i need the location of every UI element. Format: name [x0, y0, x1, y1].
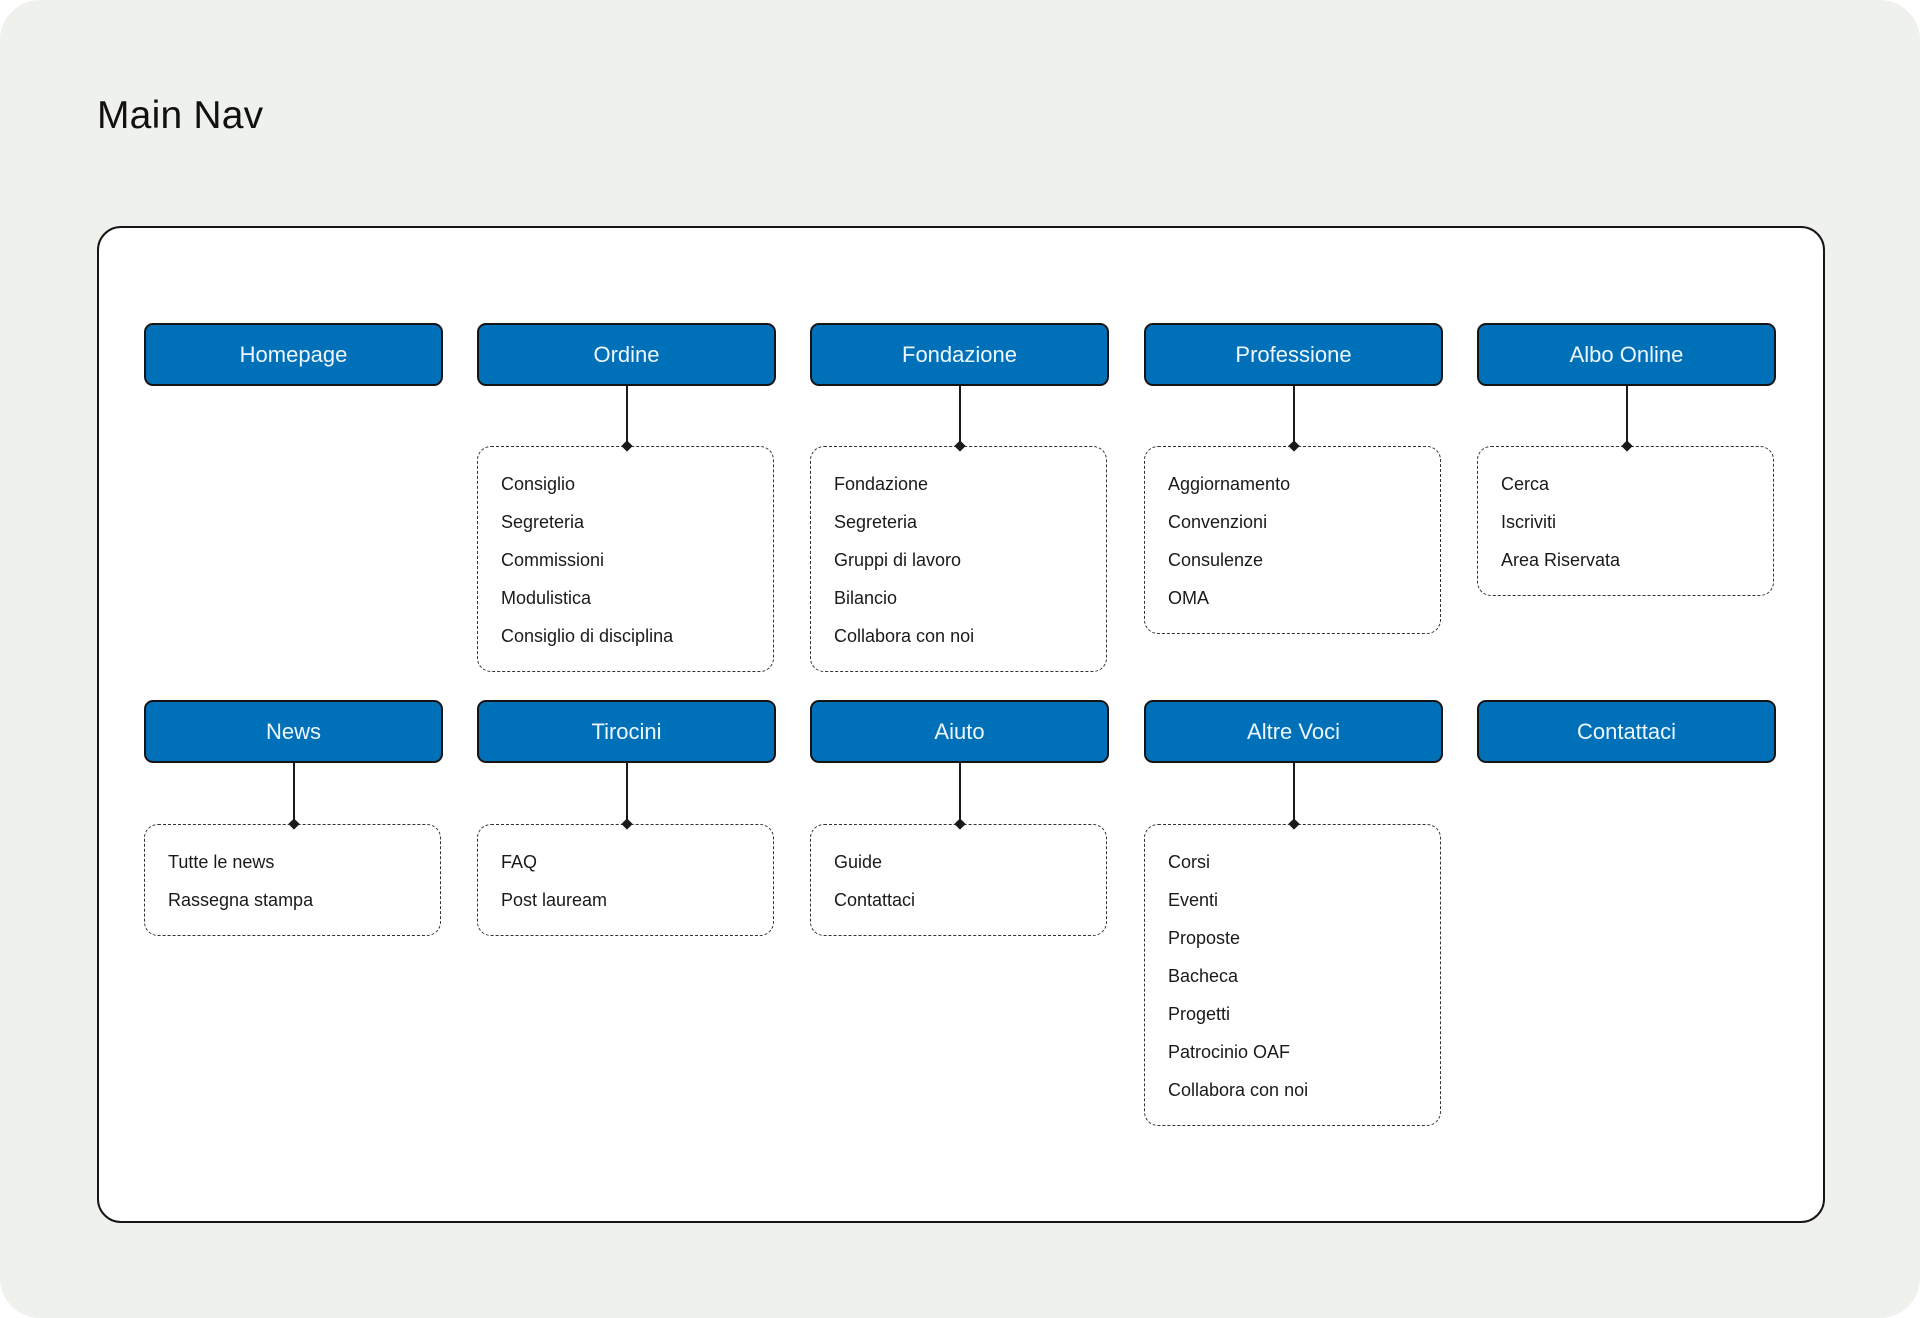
nav-node-label: Albo Online [1569, 341, 1684, 367]
nav-node-label: Fondazione [902, 341, 1017, 367]
submenu-fondazione: Fondazione Segreteria Gruppi di lavoro Bila… [810, 446, 1107, 672]
nav-node-label: Professione [1235, 341, 1352, 367]
nav-node-label: Homepage [239, 341, 348, 367]
submenu-item-oma[interactable]: OMA [1168, 579, 1440, 617]
submenu-item-consiglio-di-disciplina[interactable]: Consiglio di disciplina [501, 617, 773, 655]
nav-node-label: Altre Voci [1247, 718, 1340, 744]
submenu-item-collabora-con-noi[interactable]: Collabora con noi [1168, 1071, 1440, 1109]
nav-node-fondazione[interactable]: Fondazione [810, 323, 1109, 386]
submenu-item-aggiornamento[interactable]: Aggiornamento [1168, 465, 1440, 503]
submenu-item-fondazione[interactable]: Fondazione [834, 465, 1106, 503]
submenu-item-cerca[interactable]: Cerca [1501, 465, 1773, 503]
nav-node-label: News [265, 718, 321, 744]
submenu-tirocini: FAQ Post lauream [477, 824, 774, 936]
page-title: Main Nav [97, 94, 264, 137]
submenu-item-tutte-le-news[interactable]: Tutte le news [168, 843, 440, 881]
connector-line [958, 763, 961, 824]
nav-node-aiuto[interactable]: Aiuto [810, 700, 1109, 763]
nav-node-ordine[interactable]: Ordine [477, 323, 776, 386]
submenu-albo-online: Cerca Iscriviti Area Riservata [1477, 446, 1774, 596]
submenu-item-patrocinio-oaf[interactable]: Patrocinio OAF [1168, 1033, 1440, 1071]
connector-line [292, 763, 295, 824]
submenu-item-proposte[interactable]: Proposte [1168, 919, 1440, 957]
submenu-item-collabora-con-noi[interactable]: Collabora con noi [834, 617, 1106, 655]
submenu-item-segreteria[interactable]: Segreteria [501, 503, 773, 541]
submenu-item-consulenze[interactable]: Consulenze [1168, 541, 1440, 579]
nav-node-news[interactable]: News [144, 700, 443, 763]
nav-node-label: Tirocini [591, 718, 662, 744]
submenu-item-guide[interactable]: Guide [834, 843, 1106, 881]
submenu-item-corsi[interactable]: Corsi [1168, 843, 1440, 881]
submenu-item-convenzioni[interactable]: Convenzioni [1168, 503, 1440, 541]
submenu-item-segreteria[interactable]: Segreteria [834, 503, 1106, 541]
submenu-altre-voci: Corsi Eventi Proposte Bacheca Progetti Patroc… [1144, 824, 1441, 1126]
submenu-item-eventi[interactable]: Eventi [1168, 881, 1440, 919]
connector-line [1292, 386, 1295, 446]
nav-node-label: Aiuto [934, 718, 985, 744]
submenu-item-rassegna-stampa[interactable]: Rassegna stampa [168, 881, 440, 919]
nav-node-homepage[interactable]: Homepage [144, 323, 443, 386]
nav-node-contattaci[interactable]: Contattaci [1477, 700, 1776, 763]
submenu-item-contattaci[interactable]: Contattaci [834, 881, 1106, 919]
connector-line [625, 763, 628, 824]
submenu-item-modulistica[interactable]: Modulistica [501, 579, 773, 617]
submenu-item-commissioni[interactable]: Commissioni [501, 541, 773, 579]
submenu-item-progetti[interactable]: Progetti [1168, 995, 1440, 1033]
submenu-item-bacheca[interactable]: Bacheca [1168, 957, 1440, 995]
submenu-item-faq[interactable]: FAQ [501, 843, 773, 881]
connector-line [1292, 763, 1295, 824]
submenu-professione: Aggiornamento Convenzioni Consulenze OMA [1144, 446, 1441, 634]
connector-line [625, 386, 628, 446]
nav-node-altre-voci[interactable]: Altre Voci [1144, 700, 1443, 763]
submenu-item-iscriviti[interactable]: Iscriviti [1501, 503, 1773, 541]
nav-node-tirocini[interactable]: Tirocini [477, 700, 776, 763]
submenu-item-consiglio[interactable]: Consiglio [501, 465, 773, 503]
nav-node-albo-online[interactable]: Albo Online [1477, 323, 1776, 386]
nav-node-label: Ordine [593, 341, 660, 367]
submenu-item-bilancio[interactable]: Bilancio [834, 579, 1106, 617]
connector-line [1625, 386, 1628, 446]
nav-node-label: Contattaci [1576, 718, 1677, 744]
submenu-aiuto: Guide Contattaci [810, 824, 1107, 936]
submenu-item-area-riservata[interactable]: Area Riservata [1501, 541, 1773, 579]
submenu-ordine: Consiglio Segreteria Commissioni Modulistic… [477, 446, 774, 672]
connector-line [958, 386, 961, 446]
nav-node-professione[interactable]: Professione [1144, 323, 1443, 386]
submenu-news: Tutte le news Rassegna stampa [144, 824, 441, 936]
submenu-item-gruppi-di-lavoro[interactable]: Gruppi di lavoro [834, 541, 1106, 579]
submenu-item-post-lauream[interactable]: Post lauream [501, 881, 773, 919]
